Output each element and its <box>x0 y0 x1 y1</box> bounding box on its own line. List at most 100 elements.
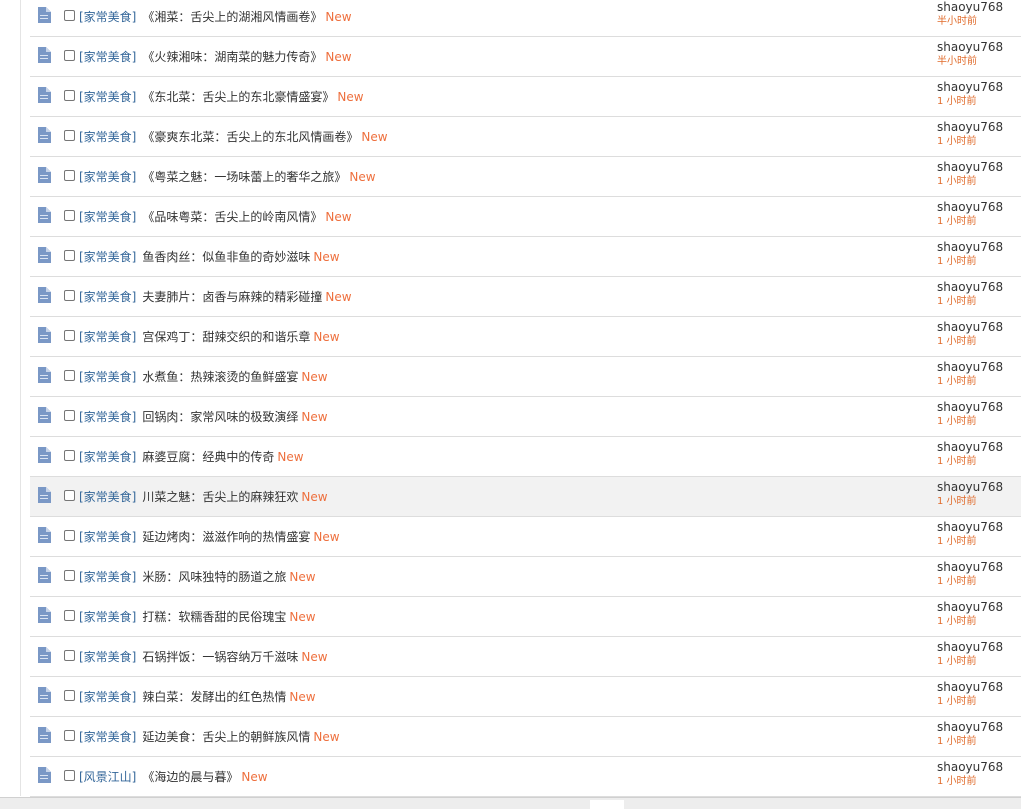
thread-row[interactable]: [家常美食] 延边美食：舌尖上的朝鲜族风情 New shaoyu768 1 小时前 <box>30 717 1021 757</box>
thread-select-checkbox[interactable] <box>64 650 75 661</box>
thread-author-link[interactable]: shaoyu768 <box>937 0 1003 14</box>
thread-title-link[interactable]: 石锅拌饭：一锅容纳万千滋味 <box>142 650 298 664</box>
document-icon[interactable] <box>37 247 51 263</box>
thread-category-link[interactable]: [家常美食] <box>79 90 136 104</box>
thread-select-checkbox[interactable] <box>64 10 75 21</box>
thread-row[interactable]: [家常美食] 延边烤肉：滋滋作响的热情盛宴 New shaoyu768 1 小时前 <box>30 517 1021 557</box>
thread-category-link[interactable]: [家常美食] <box>79 370 136 384</box>
thread-title-link[interactable]: 延边美食：舌尖上的朝鲜族风情 <box>142 730 310 744</box>
document-icon[interactable] <box>37 447 51 463</box>
thread-select-checkbox[interactable] <box>64 610 75 621</box>
document-icon[interactable] <box>37 7 51 23</box>
thread-row[interactable]: [家常美食] 《湘菜：舌尖上的湖湘风情画卷》 New shaoyu768 半小时前 <box>30 0 1021 37</box>
thread-select-checkbox[interactable] <box>64 330 75 341</box>
thread-row[interactable]: [家常美食] 《豪爽东北菜：舌尖上的东北风情画卷》 New shaoyu768 1 … <box>30 117 1021 157</box>
thread-title-link[interactable]: 夫妻肺片：卤香与麻辣的精彩碰撞 <box>142 290 322 304</box>
thread-select-checkbox[interactable] <box>64 410 75 421</box>
thread-category-link[interactable]: [家常美食] <box>79 210 136 224</box>
thread-title-link[interactable]: 水煮鱼：热辣滚烫的鱼鲜盛宴 <box>142 370 298 384</box>
document-icon[interactable] <box>37 607 51 623</box>
thread-title-link[interactable]: 辣白菜：发酵出的红色热情 <box>142 690 286 704</box>
thread-category-link[interactable]: [家常美食] <box>79 530 136 544</box>
thread-title-link[interactable]: 《品味粤菜：舌尖上的岭南风情》 <box>142 210 322 224</box>
thread-title-link[interactable]: 麻婆豆腐：经典中的传奇 <box>142 450 274 464</box>
thread-author-link[interactable]: shaoyu768 <box>937 560 1003 574</box>
thread-category-link[interactable]: [家常美食] <box>79 50 136 64</box>
thread-row[interactable]: [家常美食] 水煮鱼：热辣滚烫的鱼鲜盛宴 New shaoyu768 1 小时前 <box>30 357 1021 397</box>
document-icon[interactable] <box>37 207 51 223</box>
thread-category-link[interactable]: [家常美食] <box>79 290 136 304</box>
document-icon[interactable] <box>37 87 51 103</box>
thread-select-checkbox[interactable] <box>64 90 75 101</box>
thread-row[interactable]: [家常美食] 辣白菜：发酵出的红色热情 New shaoyu768 1 小时前 <box>30 677 1021 717</box>
thread-author-link[interactable]: shaoyu768 <box>937 760 1003 774</box>
document-icon[interactable] <box>37 567 51 583</box>
thread-author-link[interactable]: shaoyu768 <box>937 120 1003 134</box>
thread-title-link[interactable]: 延边烤肉：滋滋作响的热情盛宴 <box>142 530 310 544</box>
thread-select-checkbox[interactable] <box>64 50 75 61</box>
thread-title-link[interactable]: 鱼香肉丝：似鱼非鱼的奇妙滋味 <box>142 250 310 264</box>
thread-author-link[interactable]: shaoyu768 <box>937 640 1003 654</box>
thread-title-link[interactable]: 《豪爽东北菜：舌尖上的东北风情画卷》 <box>142 130 358 144</box>
thread-row[interactable]: [家常美食] 打糕：软糯香甜的民俗瑰宝 New shaoyu768 1 小时前 <box>30 597 1021 637</box>
thread-title-link[interactable]: 宫保鸡丁：甜辣交织的和谐乐章 <box>142 330 310 344</box>
thread-category-link[interactable]: [家常美食] <box>79 650 136 664</box>
document-icon[interactable] <box>37 367 51 383</box>
thread-title-link[interactable]: 《火辣湘味：湖南菜的魅力传奇》 <box>142 50 322 64</box>
thread-select-checkbox[interactable] <box>64 570 75 581</box>
document-icon[interactable] <box>37 407 51 423</box>
thread-author-link[interactable]: shaoyu768 <box>937 440 1003 454</box>
thread-row[interactable]: [家常美食] 《粤菜之魅：一场味蕾上的奢华之旅》 New shaoyu768 1 小… <box>30 157 1021 197</box>
thread-author-link[interactable]: shaoyu768 <box>937 200 1003 214</box>
thread-title-link[interactable]: 川菜之魅：舌尖上的麻辣狂欢 <box>142 490 298 504</box>
document-icon[interactable] <box>37 687 51 703</box>
thread-row[interactable]: [家常美食] 《火辣湘味：湖南菜的魅力传奇》 New shaoyu768 半小时前 <box>30 37 1021 77</box>
thread-author-link[interactable]: shaoyu768 <box>937 280 1003 294</box>
thread-author-link[interactable]: shaoyu768 <box>937 40 1003 54</box>
thread-author-link[interactable]: shaoyu768 <box>937 680 1003 694</box>
thread-select-checkbox[interactable] <box>64 370 75 381</box>
thread-category-link[interactable]: [家常美食] <box>79 330 136 344</box>
thread-row[interactable]: [家常美食] 夫妻肺片：卤香与麻辣的精彩碰撞 New shaoyu768 1 小时前 <box>30 277 1021 317</box>
thread-category-link[interactable]: [家常美食] <box>79 450 136 464</box>
thread-select-checkbox[interactable] <box>64 250 75 261</box>
thread-title-link[interactable]: 回锅肉：家常风味的极致演绎 <box>142 410 298 424</box>
thread-select-checkbox[interactable] <box>64 530 75 541</box>
document-icon[interactable] <box>37 127 51 143</box>
thread-select-checkbox[interactable] <box>64 770 75 781</box>
thread-row[interactable]: [家常美食] 石锅拌饭：一锅容纳万千滋味 New shaoyu768 1 小时前 <box>30 637 1021 677</box>
thread-category-link[interactable]: [家常美食] <box>79 610 136 624</box>
thread-category-link[interactable]: [家常美食] <box>79 570 136 584</box>
document-icon[interactable] <box>37 647 51 663</box>
document-icon[interactable] <box>37 327 51 343</box>
thread-author-link[interactable]: shaoyu768 <box>937 480 1003 494</box>
thread-category-link[interactable]: [家常美食] <box>79 250 136 264</box>
thread-author-link[interactable]: shaoyu768 <box>937 600 1003 614</box>
thread-title-link[interactable]: 《海边的晨与暮》 <box>142 770 238 784</box>
thread-title-link[interactable]: 《东北菜：舌尖上的东北豪情盛宴》 <box>142 90 334 104</box>
thread-author-link[interactable]: shaoyu768 <box>937 360 1003 374</box>
thread-select-checkbox[interactable] <box>64 210 75 221</box>
thread-row[interactable]: [家常美食] 宫保鸡丁：甜辣交织的和谐乐章 New shaoyu768 1 小时前 <box>30 317 1021 357</box>
thread-category-link[interactable]: [家常美食] <box>79 170 136 184</box>
document-icon[interactable] <box>37 47 51 63</box>
thread-category-link[interactable]: [家常美食] <box>79 130 136 144</box>
document-icon[interactable] <box>37 767 51 783</box>
thread-author-link[interactable]: shaoyu768 <box>937 720 1003 734</box>
thread-row[interactable]: [风景江山] 《海边的晨与暮》 New shaoyu768 1 小时前 <box>30 757 1021 797</box>
thread-author-link[interactable]: shaoyu768 <box>937 240 1003 254</box>
thread-category-link[interactable]: [家常美食] <box>79 690 136 704</box>
document-icon[interactable] <box>37 487 51 503</box>
thread-title-link[interactable]: 打糕：软糯香甜的民俗瑰宝 <box>142 610 286 624</box>
document-icon[interactable] <box>37 287 51 303</box>
thread-row[interactable]: [家常美食] 回锅肉：家常风味的极致演绎 New shaoyu768 1 小时前 <box>30 397 1021 437</box>
thread-select-checkbox[interactable] <box>64 170 75 181</box>
thread-author-link[interactable]: shaoyu768 <box>937 320 1003 334</box>
thread-title-link[interactable]: 米肠：风味独特的肠道之旅 <box>142 570 286 584</box>
thread-category-link[interactable]: [家常美食] <box>79 730 136 744</box>
thread-row[interactable]: [家常美食] 麻婆豆腐：经典中的传奇 New shaoyu768 1 小时前 <box>30 437 1021 477</box>
thread-row[interactable]: [家常美食] 《品味粤菜：舌尖上的岭南风情》 New shaoyu768 1 小时前 <box>30 197 1021 237</box>
thread-select-checkbox[interactable] <box>64 290 75 301</box>
thread-category-link[interactable]: [家常美食] <box>79 410 136 424</box>
document-icon[interactable] <box>37 527 51 543</box>
